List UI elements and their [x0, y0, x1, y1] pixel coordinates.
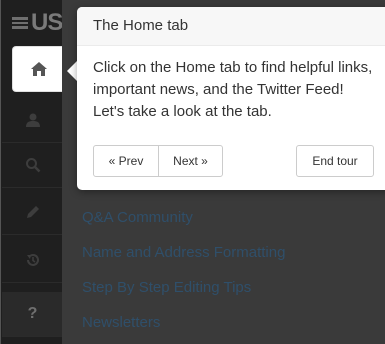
tour-popover: The Home tab Click on the Home tab to fi… — [77, 7, 385, 190]
sidebar-item-help[interactable]: ? — [2, 292, 63, 337]
help-icon: ? — [27, 305, 38, 322]
brand-logo-text: US — [31, 9, 63, 36]
popover-arrow — [67, 61, 77, 81]
sidebar-item-edit[interactable] — [2, 190, 63, 235]
link-step-by-step-editing[interactable]: Step By Step Editing Tips — [82, 279, 251, 296]
pencil-icon — [26, 206, 39, 218]
search-icon — [25, 158, 40, 173]
home-icon — [30, 62, 47, 76]
popover-title: The Home tab — [77, 7, 385, 46]
sidebar: US ? — [0, 0, 64, 344]
sidebar-item-profile[interactable] — [2, 98, 63, 143]
next-button[interactable]: Next » — [158, 145, 223, 177]
sidebar-item-search[interactable] — [2, 143, 63, 188]
flag-icon — [12, 17, 28, 29]
link-newsletters[interactable]: Newsletters — [82, 314, 160, 331]
history-icon — [26, 254, 39, 266]
popover-content: Click on the Home tab to find helpful li… — [93, 59, 373, 120]
sidebar-item-home[interactable] — [13, 47, 64, 91]
sidebar-item-history[interactable] — [2, 238, 63, 283]
user-icon — [25, 113, 40, 127]
link-name-address-formatting[interactable]: Name and Address Formatting — [82, 244, 285, 261]
end-tour-button[interactable]: End tour — [296, 145, 374, 177]
link-qa-community[interactable]: Q&A Community — [82, 209, 193, 226]
prev-button[interactable]: « Prev — [93, 145, 159, 177]
